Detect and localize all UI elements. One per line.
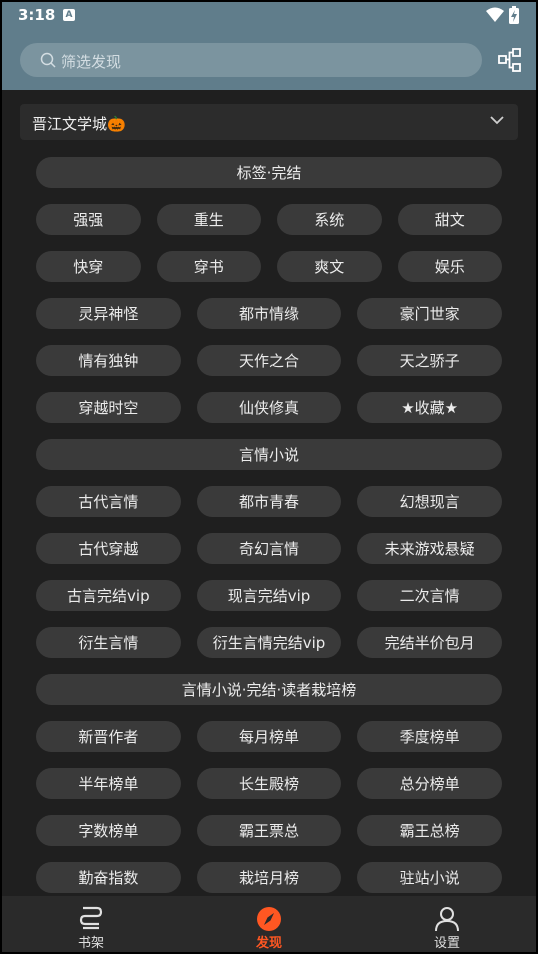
tree-share-icon[interactable] bbox=[498, 48, 522, 72]
status-time: 3:18 bbox=[18, 6, 56, 24]
explore-chip[interactable]: 幻想现言 bbox=[357, 486, 502, 517]
explore-chip[interactable]: 衍生言情完结vip bbox=[196, 627, 342, 658]
explore-chip[interactable]: 驻站小说 bbox=[357, 862, 502, 893]
explore-chip[interactable]: 都市情缘 bbox=[196, 298, 342, 329]
nav-bookshelf[interactable]: 书架 bbox=[41, 896, 141, 954]
explore-chip[interactable]: 仙侠修真 bbox=[196, 392, 342, 423]
compass-icon bbox=[257, 907, 281, 931]
search-icon bbox=[40, 52, 56, 68]
search-placeholder: 筛选发现 bbox=[61, 53, 122, 71]
explore-chip[interactable]: ★收藏★ bbox=[357, 392, 502, 423]
explore-chip[interactable]: 灵异神怪 bbox=[36, 298, 181, 329]
search-input[interactable]: 筛选发现 bbox=[20, 43, 482, 77]
section-header[interactable]: 言情小说·完结·读者栽培榜 bbox=[36, 674, 502, 705]
explore-chip[interactable]: 娱乐 bbox=[397, 251, 502, 282]
explore-chip[interactable]: 情有独钟 bbox=[36, 345, 181, 376]
explore-chip[interactable]: 长生殿榜 bbox=[196, 768, 342, 799]
nav-label: 设置 bbox=[433, 936, 460, 951]
explore-chip[interactable]: 现言完结vip bbox=[196, 580, 342, 611]
explore-chip[interactable]: 穿越时空 bbox=[36, 392, 181, 423]
notification-a-icon: A bbox=[63, 9, 75, 21]
chevron-down-icon bbox=[490, 116, 504, 125]
person-icon bbox=[435, 907, 459, 932]
status-bar: 3:18 A bbox=[0, 0, 538, 32]
explore-chip[interactable]: 季度榜单 bbox=[357, 721, 502, 752]
explore-chip[interactable]: 快穿 bbox=[36, 251, 141, 282]
explore-chip[interactable]: 新晋作者 bbox=[36, 721, 181, 752]
explore-chip[interactable]: 都市青春 bbox=[196, 486, 342, 517]
nav-discover[interactable]: 发现 bbox=[219, 896, 319, 954]
section-header[interactable]: 标签·完结 bbox=[36, 157, 502, 188]
explore-chip[interactable]: 栽培月榜 bbox=[196, 862, 342, 893]
explore-chip[interactable]: 系统 bbox=[277, 204, 382, 235]
explore-chip[interactable]: 勤奋指数 bbox=[36, 862, 181, 893]
explore-chip[interactable]: 穿书 bbox=[156, 251, 261, 282]
explore-chip[interactable]: 强强 bbox=[36, 204, 141, 235]
explore-chip[interactable]: 爽文 bbox=[277, 251, 382, 282]
explore-chip[interactable]: 每月榜单 bbox=[196, 721, 342, 752]
explore-chip[interactable]: 半年榜单 bbox=[36, 768, 181, 799]
nav-label: 书架 bbox=[77, 936, 104, 951]
explore-chip[interactable]: 二次言情 bbox=[357, 580, 502, 611]
explore-chip[interactable]: 古言完结vip bbox=[36, 580, 181, 611]
explore-chip[interactable]: 未来游戏悬疑 bbox=[357, 533, 502, 564]
bottom-nav: 书架 发现 设置 bbox=[0, 896, 538, 954]
explore-chip[interactable]: 奇幻言情 bbox=[196, 533, 342, 564]
source-selector[interactable]: 晋江文学城🎃 bbox=[20, 104, 518, 140]
explore-chip[interactable]: 甜文 bbox=[397, 204, 502, 235]
explore-chip[interactable]: 古代穿越 bbox=[36, 533, 181, 564]
explore-chip[interactable]: 总分榜单 bbox=[357, 768, 502, 799]
explore-chip[interactable]: 重生 bbox=[156, 204, 261, 235]
explore-chip[interactable]: 完结半价包月 bbox=[357, 627, 502, 658]
explore-chip[interactable]: 古代言情 bbox=[36, 486, 181, 517]
explore-chip[interactable]: 霸王票总 bbox=[196, 815, 342, 846]
device-frame bbox=[0, 0, 538, 954]
section-header[interactable]: 言情小说 bbox=[36, 439, 502, 470]
explore-chip[interactable]: 衍生言情 bbox=[36, 627, 181, 658]
source-label: 晋江文学城🎃 bbox=[32, 115, 126, 133]
explore-chip[interactable]: 字数榜单 bbox=[36, 815, 181, 846]
explore-chip[interactable]: 天作之合 bbox=[196, 345, 342, 376]
explore-chip[interactable]: 天之骄子 bbox=[357, 345, 502, 376]
battery-charging-icon bbox=[509, 6, 519, 24]
bookshelf-icon bbox=[79, 906, 103, 930]
explore-chip[interactable]: 豪门世家 bbox=[357, 298, 502, 329]
app-header: 筛选发现 bbox=[0, 32, 538, 90]
wifi-icon bbox=[486, 7, 504, 22]
nav-label: 发现 bbox=[255, 936, 282, 951]
nav-settings[interactable]: 设置 bbox=[397, 896, 497, 954]
explore-chip[interactable]: 霸王总榜 bbox=[357, 815, 502, 846]
